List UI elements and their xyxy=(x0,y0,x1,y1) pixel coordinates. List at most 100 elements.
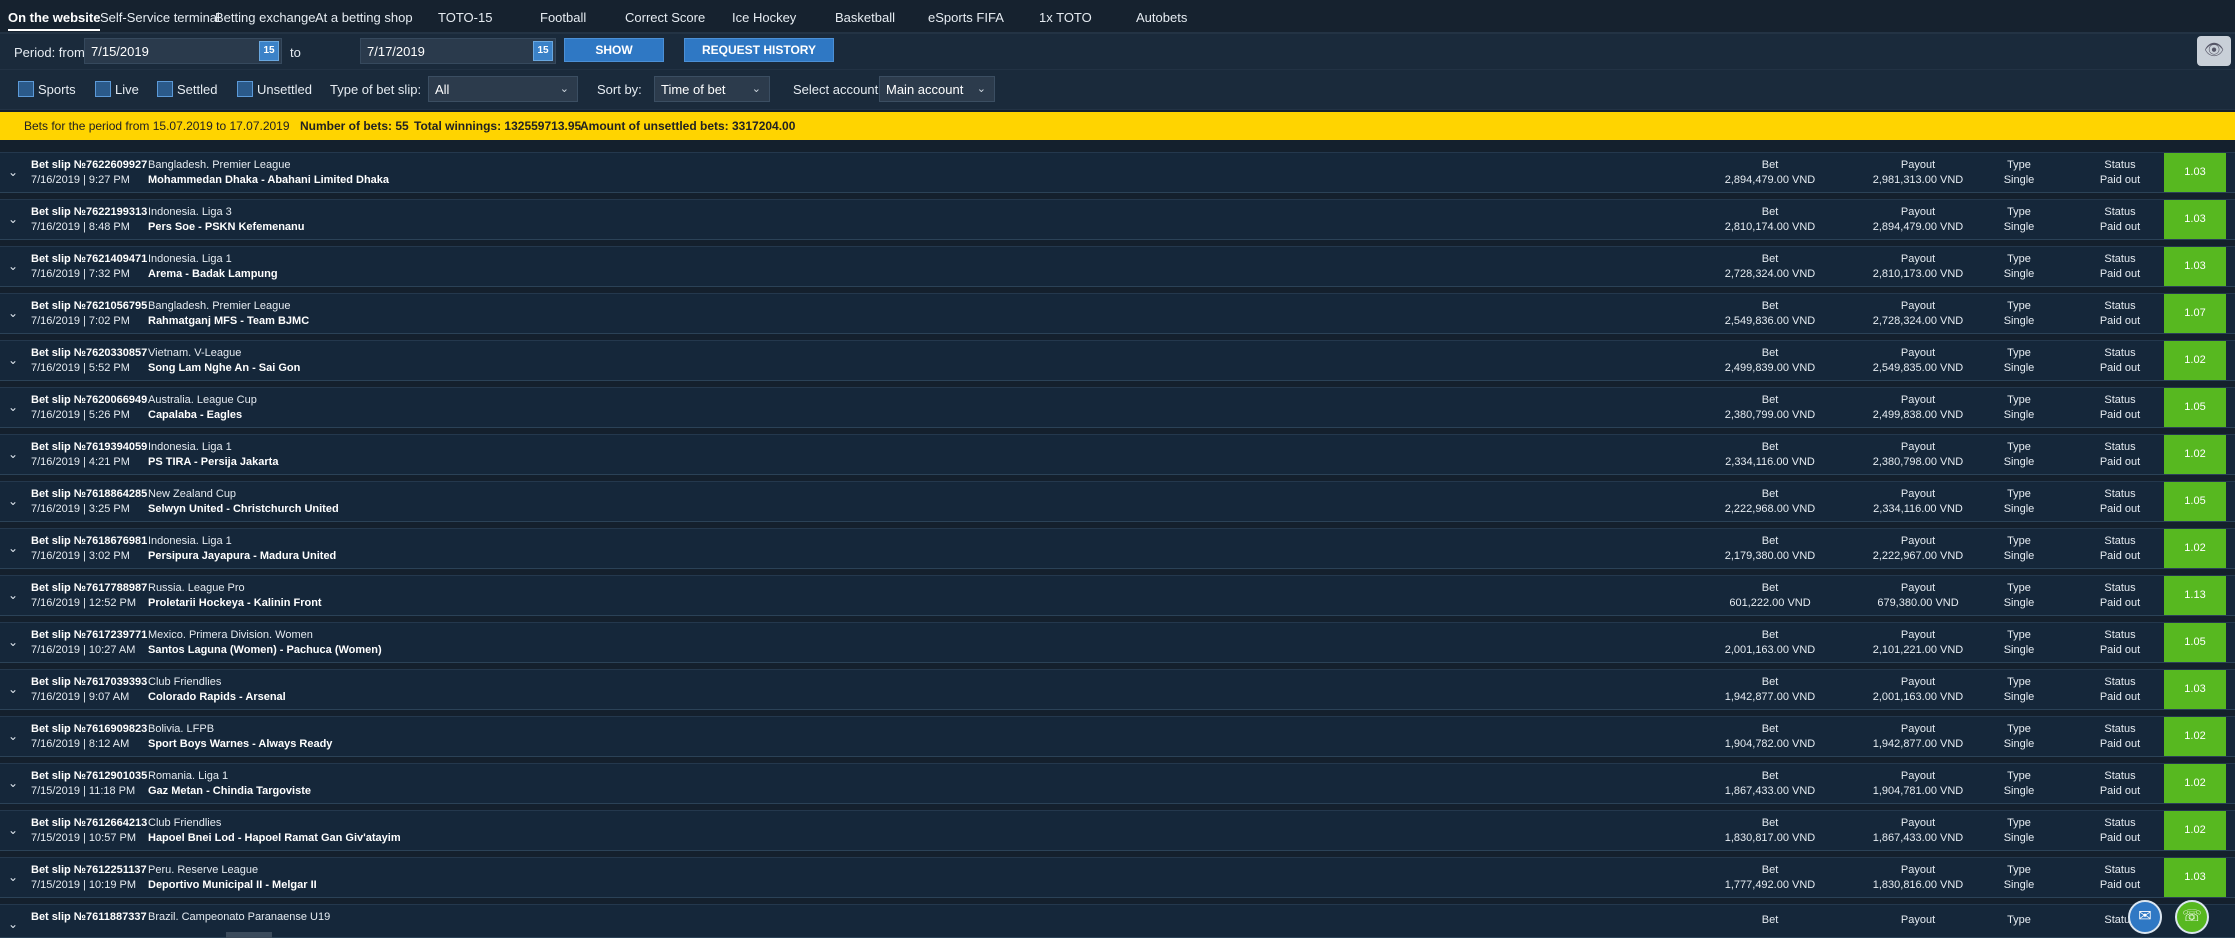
bet-amount: Bet 2,222,968.00 VND xyxy=(1724,488,1816,515)
tab-at-a-betting-shop[interactable]: At a betting shop xyxy=(315,10,413,25)
chevron-down-icon[interactable]: ⌄ xyxy=(8,776,18,790)
chevron-down-icon[interactable]: ⌄ xyxy=(8,212,18,226)
bet-type: Type Single xyxy=(2003,394,2035,421)
chevron-down-icon[interactable]: ⌄ xyxy=(8,823,18,837)
table-row[interactable]: ⌄ Bet slip №7622199313 7/16/2019 | 8:48 PM… xyxy=(0,199,2235,240)
bet-slip-number: Bet slip №7618676981 xyxy=(31,535,148,547)
checkbox-icon[interactable] xyxy=(95,81,111,97)
table-row[interactable]: ⌄ Bet slip №7620066949 7/16/2019 | 5:26 PM… xyxy=(0,387,2235,428)
period-bar: Period: from 7/15/2019 15 to 7/17/2019 1… xyxy=(0,34,2235,70)
odds-badge: 1.03 xyxy=(2164,247,2226,286)
bet-match: Hapoel Bnei Lod - Hapoel Ramat Gan Giv'a… xyxy=(148,832,401,844)
chat-icon[interactable]: ✉ xyxy=(2128,900,2162,934)
bet-league: Russia. League Pro xyxy=(148,582,245,594)
chevron-down-icon[interactable]: ⌄ xyxy=(8,588,18,602)
table-row[interactable]: ⌄ Bet slip №7612664213 7/15/2019 | 10:57 P… xyxy=(0,810,2235,851)
bet-history-page: On the website Self-Service terminal Bet… xyxy=(0,0,2235,938)
sort-by-label: Sort by: xyxy=(597,82,642,97)
tab-football[interactable]: Football xyxy=(540,10,586,25)
chevron-down-icon[interactable]: ⌄ xyxy=(8,400,18,414)
bet-match: Persipura Jayapura - Madura United xyxy=(148,550,337,562)
bet-match: Deportivo Municipal II - Melgar II xyxy=(148,879,317,891)
table-row[interactable]: ⌄ Bet slip №7621409471 7/16/2019 | 7:32 PM… xyxy=(0,246,2235,287)
select-account-select[interactable]: Main account ⌄ xyxy=(879,76,995,102)
table-row[interactable]: ⌄ Bet slip №7618864285 7/16/2019 | 3:25 PM… xyxy=(0,481,2235,522)
bet-datetime: 7/16/2019 | 10:27 AM xyxy=(31,644,136,656)
bet-league: Mexico. Primera Division. Women xyxy=(148,629,313,641)
table-row[interactable]: ⌄ Bet slip №7617039393 7/16/2019 | 9:07 AM… xyxy=(0,669,2235,710)
date-from-field[interactable]: 7/15/2019 15 xyxy=(84,38,282,64)
checkbox-label: Sports xyxy=(38,81,76,97)
date-to-field[interactable]: 7/17/2019 15 xyxy=(360,38,556,64)
bet-payout: Payout 2,001,163.00 VND xyxy=(1872,676,1964,703)
bet-amount: Bet 2,179,380.00 VND xyxy=(1724,535,1816,562)
checkbox-icon[interactable] xyxy=(237,81,253,97)
tab-basketball[interactable]: Basketball xyxy=(835,10,895,25)
table-row[interactable]: ⌄ Bet slip №7621056795 7/16/2019 | 7:02 PM… xyxy=(0,293,2235,334)
bet-status: Status Paid out xyxy=(2099,253,2141,280)
request-history-button[interactable]: REQUEST HISTORY xyxy=(684,38,834,62)
bet-league: New Zealand Cup xyxy=(148,488,237,500)
chevron-down-icon[interactable]: ⌄ xyxy=(8,494,18,508)
chevron-down-icon[interactable]: ⌄ xyxy=(8,447,18,461)
table-row[interactable]: ⌄ Bet slip №7620330857 7/16/2019 | 5:52 PM… xyxy=(0,340,2235,381)
checkbox-label: Settled xyxy=(177,81,218,97)
checkbox-icon[interactable] xyxy=(18,81,34,97)
calendar-icon[interactable]: 15 xyxy=(259,41,279,61)
odds-badge: 1.02 xyxy=(2164,529,2226,568)
horizontal-scrollbar[interactable] xyxy=(226,932,272,938)
bet-type: Type Single xyxy=(2003,676,2035,703)
table-row[interactable]: ⌄ Bet slip №7617239771 7/16/2019 | 10:27 A… xyxy=(0,622,2235,663)
chevron-down-icon[interactable]: ⌄ xyxy=(8,870,18,884)
bet-match: Mohammedan Dhaka - Abahani Limited Dhaka xyxy=(148,174,390,186)
show-button[interactable]: SHOW xyxy=(564,38,664,62)
bet-status: Status Paid out xyxy=(2099,488,2141,515)
tab-correct-score[interactable]: Correct Score xyxy=(625,10,705,25)
chevron-down-icon[interactable]: ⌄ xyxy=(8,259,18,273)
chevron-down-icon[interactable]: ⌄ xyxy=(8,541,18,555)
hide-eye-icon[interactable]: 👁 xyxy=(2197,36,2231,66)
bet-league: Indonesia. Liga 1 xyxy=(148,441,232,453)
chevron-down-icon[interactable]: ⌄ xyxy=(8,353,18,367)
tab-ice-hockey[interactable]: Ice Hockey xyxy=(732,10,796,25)
period-from-label: Period: from xyxy=(14,45,85,60)
chevron-down-icon[interactable]: ⌄ xyxy=(8,635,18,649)
calendar-icon[interactable]: 15 xyxy=(533,41,553,61)
tab-betting-exchange[interactable]: Betting exchange xyxy=(215,10,315,25)
chevron-down-icon[interactable]: ⌄ xyxy=(8,729,18,743)
table-row[interactable]: ⌄ Bet slip №7611887337 Brazil. Campeonato … xyxy=(0,904,2235,938)
chevron-down-icon[interactable]: ⌄ xyxy=(8,165,18,179)
tab-on-the-website[interactable]: On the website xyxy=(8,10,101,31)
table-row[interactable]: ⌄ Bet slip №7619394059 7/16/2019 | 4:21 PM… xyxy=(0,434,2235,475)
tab-autobets[interactable]: Autobets xyxy=(1136,10,1187,25)
chevron-down-icon[interactable]: ⌄ xyxy=(8,917,18,931)
chevron-down-icon[interactable]: ⌄ xyxy=(8,306,18,320)
tab-toto-15[interactable]: TOTO-15 xyxy=(438,10,492,25)
table-row[interactable]: ⌄ Bet slip №7612901035 7/15/2019 | 11:18 P… xyxy=(0,763,2235,804)
bet-amount: Bet 1,867,433.00 VND xyxy=(1724,770,1816,797)
tab-esports-fifa[interactable]: eSports FIFA xyxy=(928,10,1004,25)
checkbox-settled[interactable]: Settled xyxy=(157,81,217,97)
headset-icon[interactable]: ☏ xyxy=(2175,900,2209,934)
tab-self-service-terminal[interactable]: Self-Service terminal xyxy=(100,10,220,25)
table-row[interactable]: ⌄ Bet slip №7616909823 7/16/2019 | 8:12 AM… xyxy=(0,716,2235,757)
checkbox-sports[interactable]: Sports xyxy=(18,81,76,97)
type-of-bet-slip-select[interactable]: All ⌄ xyxy=(428,76,578,102)
table-row[interactable]: ⌄ Bet slip №7617788987 7/16/2019 | 12:52 P… xyxy=(0,575,2235,616)
bet-match: Proletarii Hockeya - Kalinin Front xyxy=(148,597,322,609)
bet-payout: Payout 2,499,838.00 VND xyxy=(1872,394,1964,421)
checkbox-live[interactable]: Live xyxy=(95,81,139,97)
bet-payout: Payout 2,222,967.00 VND xyxy=(1872,535,1964,562)
sort-by-select[interactable]: Time of bet ⌄ xyxy=(654,76,770,102)
bet-slip-number: Bet slip №7612251137 xyxy=(31,864,147,876)
bet-slip-number: Bet slip №7619394059 xyxy=(31,441,148,453)
odds-badge: 1.05 xyxy=(2164,388,2226,427)
select-value: All xyxy=(435,82,450,97)
checkbox-icon[interactable] xyxy=(157,81,173,97)
table-row[interactable]: ⌄ Bet slip №7618676981 7/16/2019 | 3:02 PM… xyxy=(0,528,2235,569)
tab-1x-toto[interactable]: 1x TOTO xyxy=(1039,10,1092,25)
checkbox-unsettled[interactable]: Unsettled xyxy=(237,81,312,97)
chevron-down-icon[interactable]: ⌄ xyxy=(8,682,18,696)
table-row[interactable]: ⌄ Bet slip №7612251137 7/15/2019 | 10:19 P… xyxy=(0,857,2235,898)
table-row[interactable]: ⌄ Bet slip №7622609927 7/16/2019 | 9:27 PM… xyxy=(0,152,2235,193)
